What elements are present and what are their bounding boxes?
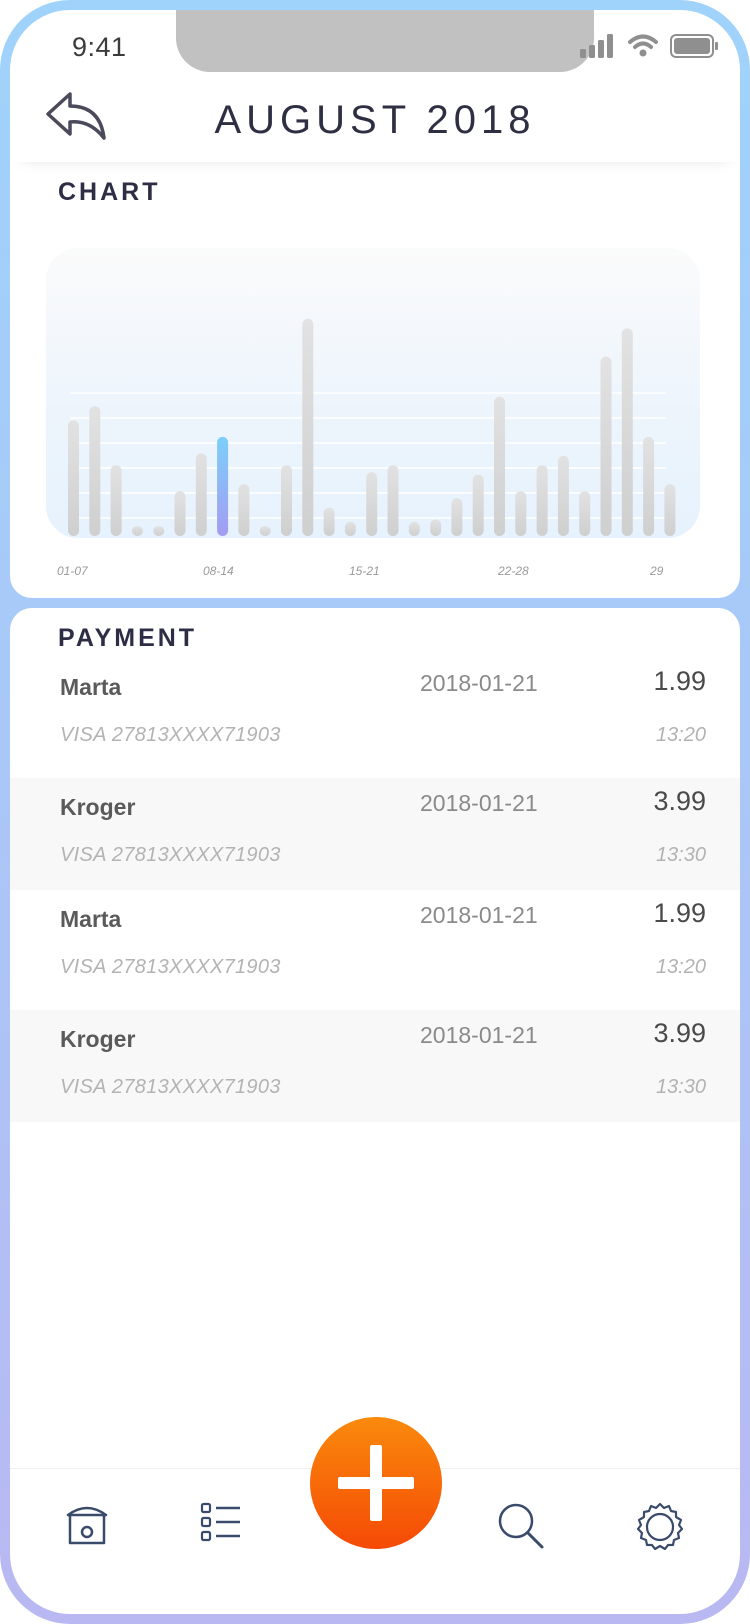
tab-bar: [10, 1417, 740, 1614]
chart-bar[interactable]: [579, 491, 591, 536]
chart-bar[interactable]: [536, 465, 548, 536]
payment-card: VISA 27813XXXX71903: [60, 1076, 281, 1098]
phone-frame: 9:41 AUGUST 2018 CHART 01-07 08-14 15-21…: [0, 0, 750, 1624]
chart-bar[interactable]: [110, 465, 122, 536]
home-icon[interactable]: [62, 1501, 112, 1547]
chart-section-title: CHART: [58, 178, 161, 206]
chart-bar[interactable]: [195, 453, 207, 536]
gear-icon[interactable]: [634, 1501, 686, 1553]
payment-section-title: PAYMENT: [58, 624, 198, 652]
list-icon[interactable]: [200, 1501, 242, 1543]
page-title: AUGUST 2018: [214, 98, 536, 142]
payment-time: 13:30: [655, 1076, 706, 1098]
search-icon[interactable]: [496, 1501, 546, 1551]
payee-name: Kroger: [60, 794, 136, 820]
chart-bar[interactable]: [643, 436, 655, 536]
payment-card: VISA 27813XXXX71903: [60, 844, 281, 866]
chart-bar[interactable]: [174, 491, 186, 536]
payment-date: 2018-01-21: [420, 790, 538, 816]
chart-bar[interactable]: [89, 406, 101, 536]
chart-bar[interactable]: [621, 328, 633, 536]
x-tick-label: 01-07: [57, 564, 88, 578]
status-time: 9:41: [72, 32, 127, 62]
notch: [176, 10, 594, 72]
header-bar: AUGUST 2018: [10, 84, 740, 162]
chart-bar[interactable]: [344, 521, 356, 536]
chart-bar[interactable]: [366, 472, 378, 536]
payment-date: 2018-01-21: [420, 1022, 538, 1048]
chart-bar[interactable]: [259, 526, 271, 536]
payment-card: VISA 27813XXXX71903: [60, 956, 281, 978]
payment-amount: 3.99: [653, 786, 706, 816]
chart-bar[interactable]: [68, 420, 79, 536]
chart-bar[interactable]: [515, 491, 527, 536]
chart-bar[interactable]: [472, 474, 484, 536]
payment-time: 13:30: [655, 844, 706, 866]
chart-bar[interactable]: [323, 507, 335, 536]
status-icons: [580, 34, 720, 58]
payment-amount: 1.99: [653, 898, 706, 928]
chart-bar[interactable]: [387, 465, 399, 536]
chart-bar-selected[interactable]: [217, 436, 229, 536]
chart-bar[interactable]: [494, 396, 505, 536]
x-tick-label: 15-21: [349, 564, 380, 578]
payment-time: 13:20: [655, 956, 706, 978]
chart-bar[interactable]: [451, 498, 463, 536]
payment-amount: 3.99: [653, 1018, 706, 1048]
chart-bar[interactable]: [600, 356, 612, 536]
chart-bar[interactable]: [557, 455, 569, 536]
payment-date: 2018-01-21: [420, 670, 538, 696]
x-tick-label: 22-28: [498, 564, 529, 578]
chart-bar[interactable]: [408, 521, 420, 536]
chart-bar[interactable]: [153, 526, 165, 536]
x-tick-label: 08-14: [203, 564, 234, 578]
payment-time: 13:20: [655, 724, 706, 746]
chart-bar[interactable]: [238, 484, 250, 536]
x-tick-label: 29: [650, 564, 664, 578]
top-card: 9:41 AUGUST 2018 CHART 01-07 08-14 15-21…: [10, 10, 740, 598]
chart-bar[interactable]: [131, 526, 143, 536]
signal-icon: [580, 34, 613, 58]
payment-row[interactable]: Kroger 2018-01-21 3.99 VISA 27813XXXX719…: [10, 1010, 740, 1122]
payee-name: Marta: [60, 906, 122, 932]
payment-row[interactable]: Marta 2018-01-21 1.99 VISA 27813XXXX7190…: [10, 890, 740, 1002]
battery-icon: [670, 34, 718, 58]
payment-card: VISA 27813XXXX71903: [60, 724, 281, 746]
payee-name: Marta: [60, 674, 122, 700]
chart-bar[interactable]: [281, 465, 292, 536]
plus-icon: [370, 1445, 382, 1521]
add-button[interactable]: [310, 1417, 442, 1549]
chart-bar[interactable]: [664, 484, 676, 536]
chart-bar[interactable]: [302, 318, 314, 536]
payment-amount: 1.99: [653, 666, 706, 696]
wifi-icon: [628, 34, 658, 57]
payee-name: Kroger: [60, 1026, 136, 1052]
payment-row[interactable]: Marta 2018-01-21 1.99 VISA 27813XXXX7190…: [10, 658, 740, 770]
bar-chart: [68, 318, 676, 536]
payment-row[interactable]: Kroger 2018-01-21 3.99 VISA 27813XXXX719…: [10, 778, 740, 890]
payment-date: 2018-01-21: [420, 902, 538, 928]
bottom-card: PAYMENT Marta 2018-01-21 1.99 VISA 27813…: [10, 608, 740, 1614]
chart-bar[interactable]: [430, 519, 442, 536]
